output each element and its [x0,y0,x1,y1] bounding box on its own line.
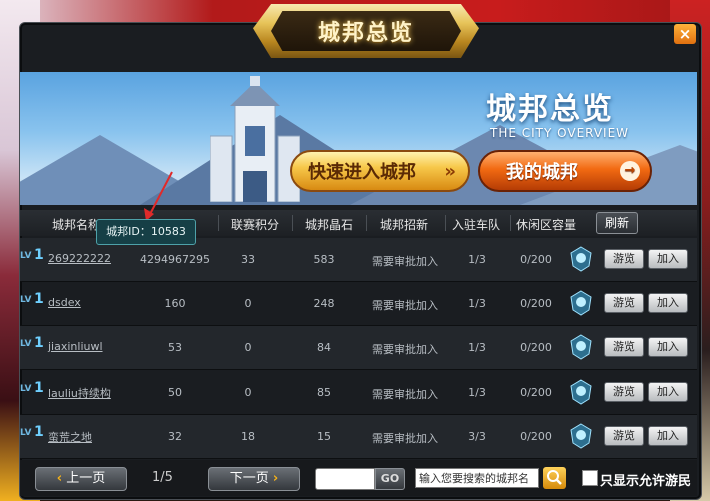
level-prefix: LV [20,428,32,438]
col-recruit: 城邦招新 [380,218,429,232]
next-page-button[interactable]: 下一页 › [208,467,300,491]
only-visitors-checkbox[interactable] [582,470,598,486]
chevron-left-icon: ‹ [56,471,63,486]
only-visitors-label: 只显示允许游民 [600,474,692,489]
recruit-status: 需要审批加入 [372,299,438,312]
level-value: 1 [34,335,44,351]
teams-count: 1/3 [468,341,486,354]
level-value: 1 [34,247,44,263]
city-name-link[interactable]: 蛮荒之地 [48,429,92,445]
city-emblem-icon [570,290,592,316]
recruit-status: 需要审批加入 [372,388,438,401]
table-row[interactable]: LV 1 dsdex 160 0 248 需要审批加入 1/3 0/200 游览… [20,282,697,326]
refresh-button[interactable]: 刷新 [596,212,638,234]
city-value: 4294967295 [140,253,210,266]
level-prefix: LV [20,251,32,261]
quick-enter-button[interactable]: 快速进入城邦 » [290,150,470,192]
double-arrow-icon: » [444,160,456,182]
search-input[interactable]: 输入您要搜索的城邦名 [415,468,539,488]
city-emblem-icon [570,246,592,272]
page-indicator: 1/5 [152,470,173,485]
teams-count: 1/3 [468,297,486,310]
join-button[interactable]: 加入 [648,249,688,269]
castle-icon [210,76,300,202]
level-value: 1 [34,291,44,307]
join-button[interactable]: 加入 [648,426,688,446]
recruit-status: 需要审批加入 [372,432,438,445]
level-prefix: LV [20,339,32,349]
capacity: 0/200 [520,341,552,354]
city-name-link[interactable]: jiaxinliuwl [48,340,103,353]
city-emblem-icon [570,423,592,449]
teams-count: 3/3 [468,430,486,443]
search-button[interactable] [543,467,566,489]
tooltip-pointer-icon [144,171,173,221]
col-city-crystal: 城邦晶石 [305,218,354,232]
league-points: 33 [241,253,255,266]
city-crystal: 84 [317,341,331,354]
league-points: 18 [241,430,255,443]
level-prefix: LV [20,384,32,394]
city-crystal: 583 [313,253,335,266]
col-capacity: 休闲区容量 [516,218,577,232]
quick-enter-label: 快速进入城邦 [308,162,416,183]
banner-subtitle: THE CITY OVERVIEW [490,126,630,140]
capacity: 0/200 [520,430,552,443]
city-name-link[interactable]: dsdex [48,296,81,309]
league-points: 0 [244,386,252,399]
capacity: 0/200 [520,253,552,266]
browse-button[interactable]: 游览 [604,337,644,357]
my-city-label: 我的城邦 [506,162,578,183]
table-row[interactable]: LV 1 蛮荒之地 32 18 15 需要审批加入 3/3 0/200 游览 加… [20,415,697,459]
chevron-right-icon: › [272,471,279,486]
browse-button[interactable]: 游览 [604,426,644,446]
page-number-input[interactable] [315,468,375,490]
city-crystal: 85 [317,386,331,399]
join-button[interactable]: 加入 [648,382,688,402]
title-plate: 城邦总览 [253,4,479,58]
close-button[interactable]: × [674,24,696,44]
city-crystal: 15 [317,430,331,443]
prev-page-label: 上一页 [66,471,106,486]
join-button[interactable]: 加入 [648,337,688,357]
next-page-label: 下一页 [229,471,269,486]
col-teams: 入驻车队 [452,218,501,232]
browse-button[interactable]: 游览 [604,293,644,313]
city-value: 32 [168,430,182,443]
prev-page-button[interactable]: ‹ 上一页 [35,467,127,491]
recruit-status: 需要审批加入 [372,255,438,268]
arrow-right-icon: → [620,161,640,181]
col-city-name: 城邦名称 [52,218,101,232]
capacity: 0/200 [520,386,552,399]
league-points: 0 [244,341,252,354]
banner-title: 城邦总览 [486,92,614,127]
city-name-link[interactable]: lauliu持续构 [48,385,111,401]
level-value: 1 [34,424,44,440]
table-row[interactable]: LV 1 lauliu持续构 50 0 85 需要审批加入 1/3 0/200 … [20,371,697,415]
go-button[interactable]: GO [375,468,405,490]
window-title: 城邦总览 [317,21,414,46]
city-emblem-icon [570,334,592,360]
teams-count: 1/3 [468,386,486,399]
city-value: 160 [164,297,186,310]
join-button[interactable]: 加入 [648,293,688,313]
my-city-button[interactable]: 我的城邦 → [478,150,652,192]
capacity: 0/200 [520,297,552,310]
city-emblem-icon [570,379,592,405]
city-name-link[interactable]: 269222222 [48,252,111,265]
browse-button[interactable]: 游览 [604,249,644,269]
league-points: 0 [244,297,252,310]
level-value: 1 [34,380,44,396]
table-row[interactable]: LV 1 jiaxinliuwl 53 0 84 需要审批加入 1/3 0/20… [20,326,697,370]
city-id-tooltip: 城邦ID：10583 [96,219,196,245]
search-icon [547,470,562,485]
city-crystal: 248 [313,297,335,310]
city-value: 53 [168,341,182,354]
browse-button[interactable]: 游览 [604,382,644,402]
col-league-points: 联赛积分 [231,218,280,232]
recruit-status: 需要审批加入 [372,343,438,356]
city-value: 50 [168,386,182,399]
teams-count: 1/3 [468,253,486,266]
level-prefix: LV [20,295,32,305]
